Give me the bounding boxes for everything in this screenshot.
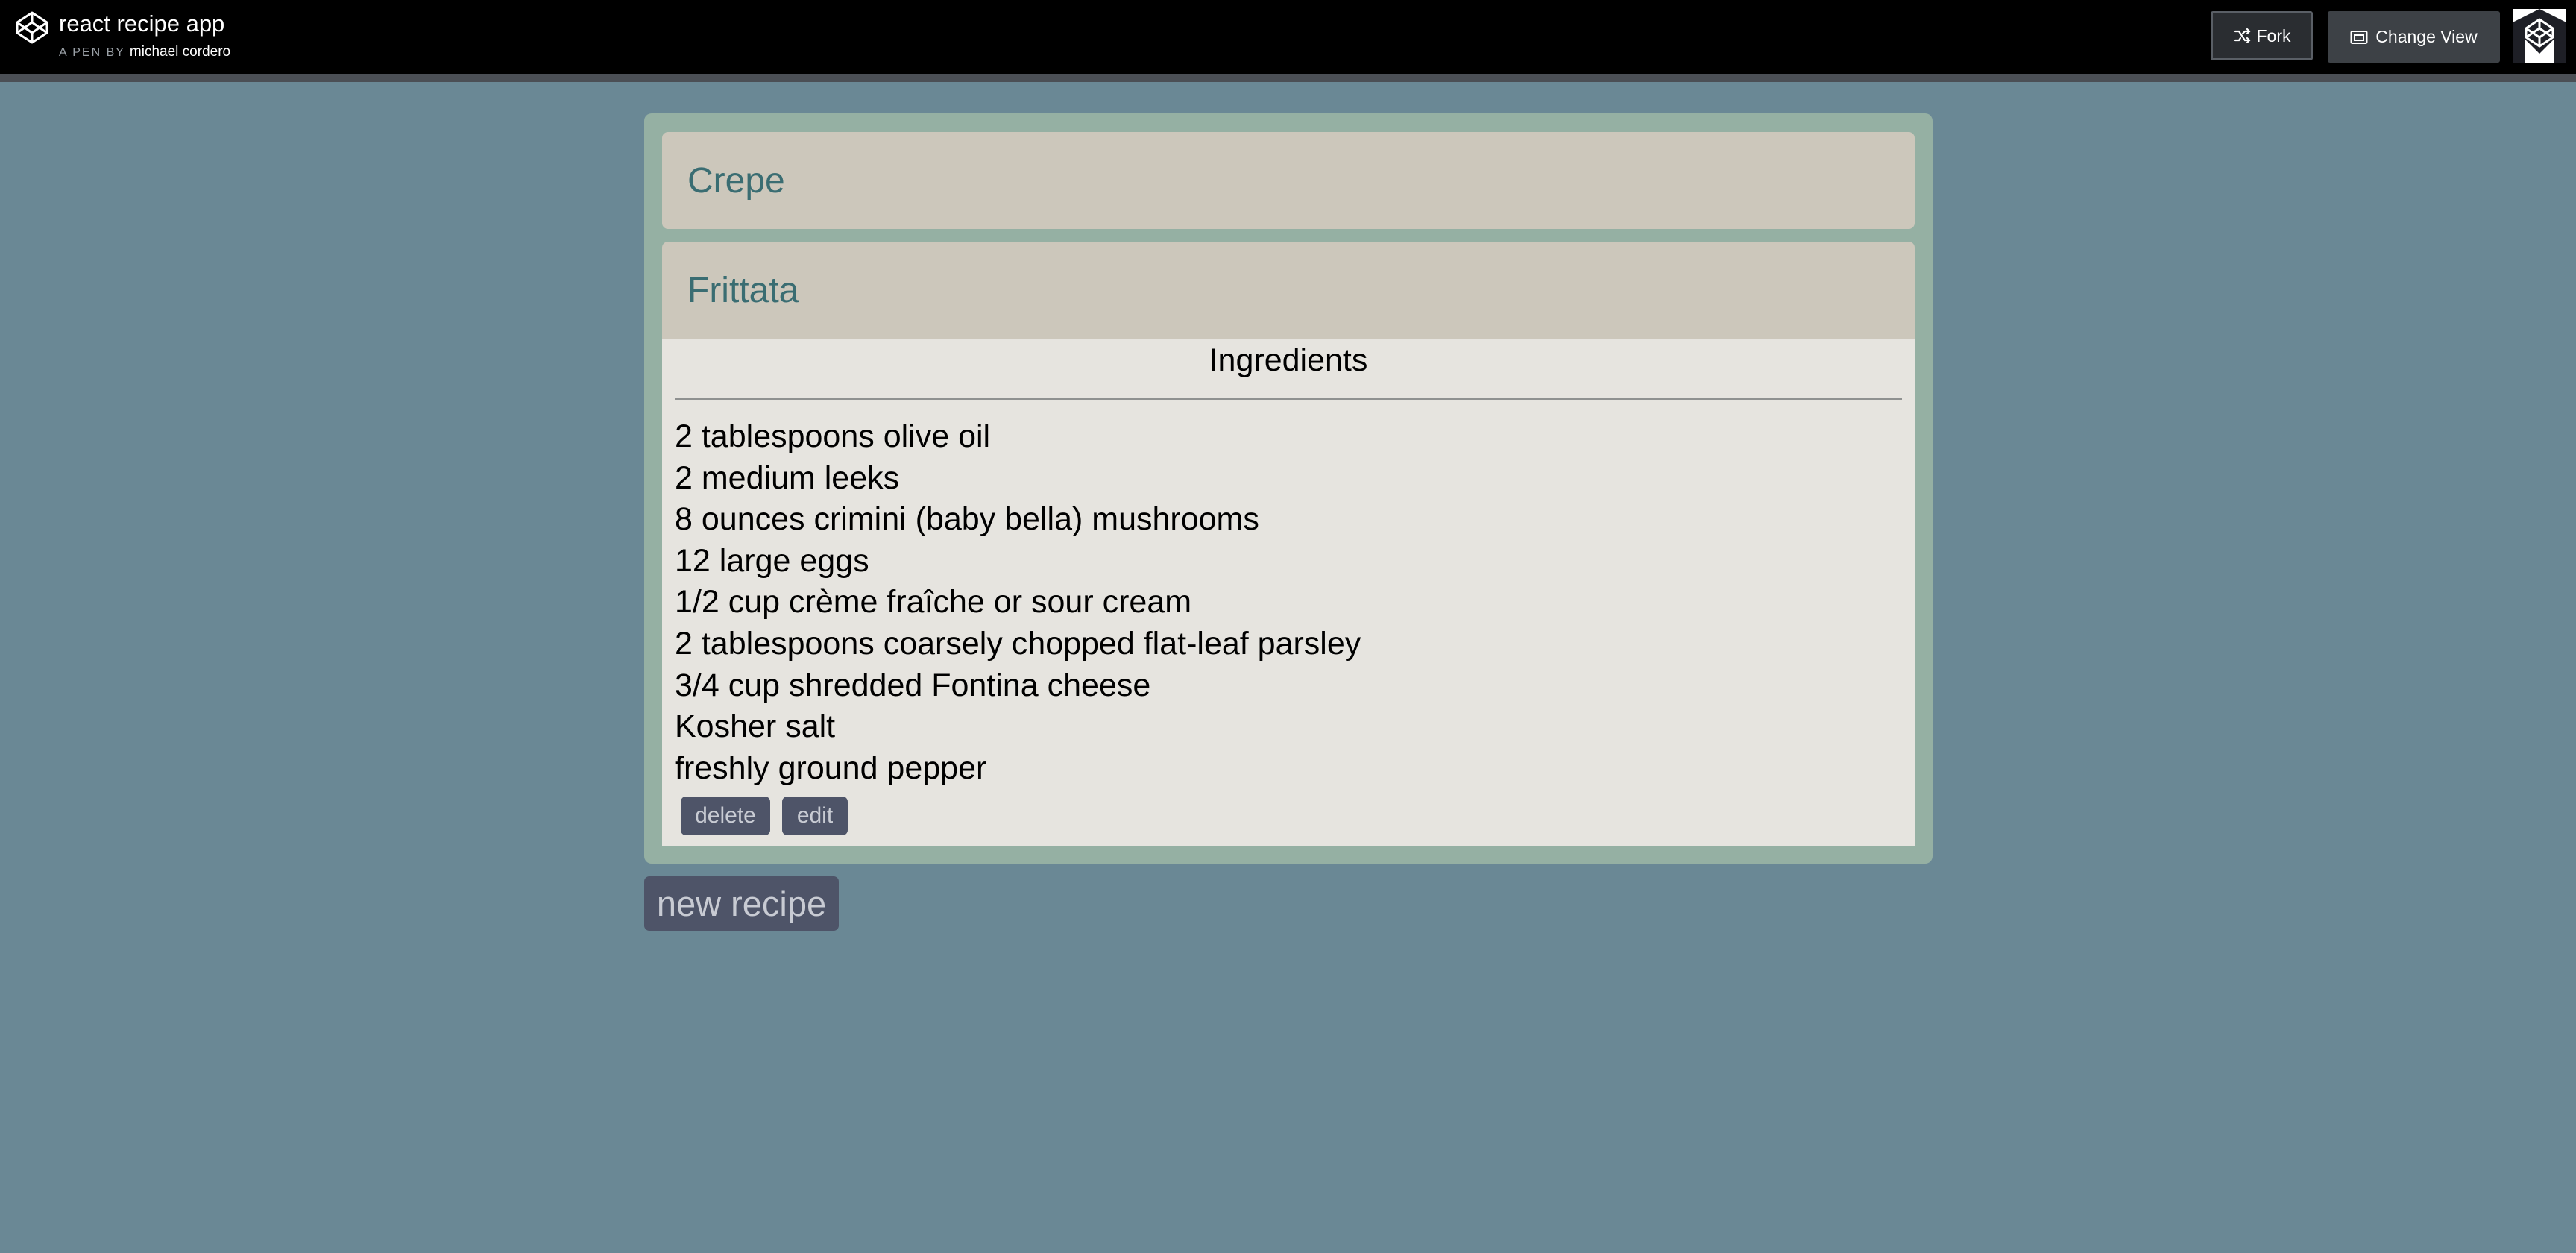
- fork-icon: [2233, 28, 2251, 43]
- header-divider: [0, 74, 2576, 82]
- ingredient-item: 2 tablespoons olive oil: [675, 418, 991, 454]
- ingredient-item: freshly ground pepper: [675, 750, 987, 786]
- change-view-label: Change View: [2375, 27, 2478, 46]
- recipe-header-frittata[interactable]: Frittata: [662, 242, 1915, 339]
- edit-button[interactable]: edit: [782, 797, 848, 835]
- ingredient-item: 3/4 cup shredded Fontina cheese: [675, 667, 1151, 703]
- new-recipe-button[interactable]: new recipe: [644, 876, 839, 931]
- delete-button[interactable]: delete: [681, 797, 770, 835]
- fork-button[interactable]: Fork: [2211, 11, 2313, 60]
- change-view-button[interactable]: Change View: [2328, 11, 2500, 63]
- pen-byline: A PEN BY michael cordero: [59, 43, 230, 62]
- pen-title[interactable]: react recipe app: [59, 9, 224, 39]
- ingredient-item: Kosher salt: [675, 709, 836, 745]
- ingredient-item: 1/2 cup crème fraîche or sour cream: [675, 584, 1192, 621]
- codepen-corner-icon[interactable]: [2513, 9, 2566, 63]
- ingredient-item: 12 large eggs: [675, 542, 869, 579]
- ingredients-divider: [675, 398, 1902, 400]
- ingredient-list: 2 tablespoons olive oil 2 medium leeks 8…: [675, 416, 1361, 789]
- codepen-logo-icon[interactable]: [15, 10, 49, 45]
- ingredient-item: 2 tablespoons coarsely chopped flat-leaf…: [675, 625, 1361, 662]
- ingredient-item: 2 medium leeks: [675, 459, 900, 496]
- top-bar: react recipe app A PEN BY michael cordero…: [0, 0, 2576, 74]
- author-link[interactable]: michael cordero: [130, 44, 230, 60]
- layout-icon: [2350, 30, 2368, 44]
- byline-prefix: A PEN BY: [59, 46, 125, 59]
- recipe-details-frittata: Ingredients 2 tablespoons olive oil 2 me…: [662, 339, 1915, 846]
- ingredients-heading: Ingredients: [1209, 342, 1368, 378]
- recipe-box: Crepe Frittata Ingredients 2 tablespoons…: [644, 113, 1933, 864]
- fork-label: Fork: [2256, 25, 2291, 45]
- recipe-header-crepe[interactable]: Crepe: [662, 132, 1915, 229]
- ingredient-item: 8 ounces crimini (baby bella) mushrooms: [675, 501, 1259, 538]
